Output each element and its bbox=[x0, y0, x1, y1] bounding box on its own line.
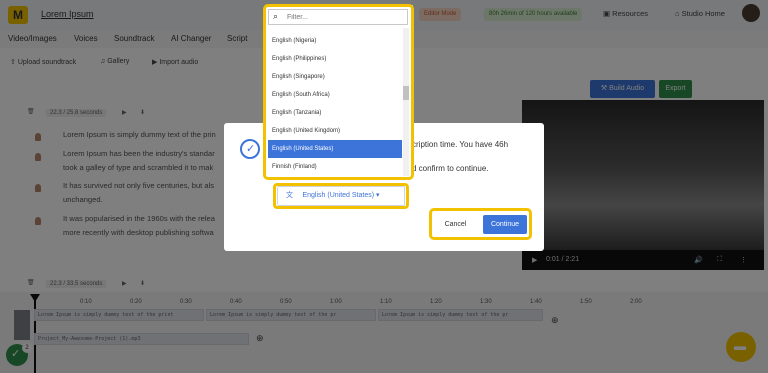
cancel-button[interactable]: Cancel bbox=[437, 215, 474, 234]
modal-message-line: d confirm to continue. bbox=[412, 164, 489, 173]
continue-button[interactable]: Continue bbox=[483, 215, 527, 234]
translate-icon: 文 bbox=[286, 192, 293, 199]
modal-message-line: cription time. You have 46h bbox=[412, 140, 509, 149]
caret-down-icon: ▾ bbox=[376, 192, 380, 199]
confirm-check-icon: ✓ bbox=[240, 139, 260, 159]
selected-language: English (United States) bbox=[302, 192, 375, 199]
language-select[interactable]: 文 English (United States) ▾ bbox=[277, 186, 405, 206]
check-icon: ✓ bbox=[246, 143, 256, 155]
dropdown-highlight bbox=[263, 4, 414, 180]
